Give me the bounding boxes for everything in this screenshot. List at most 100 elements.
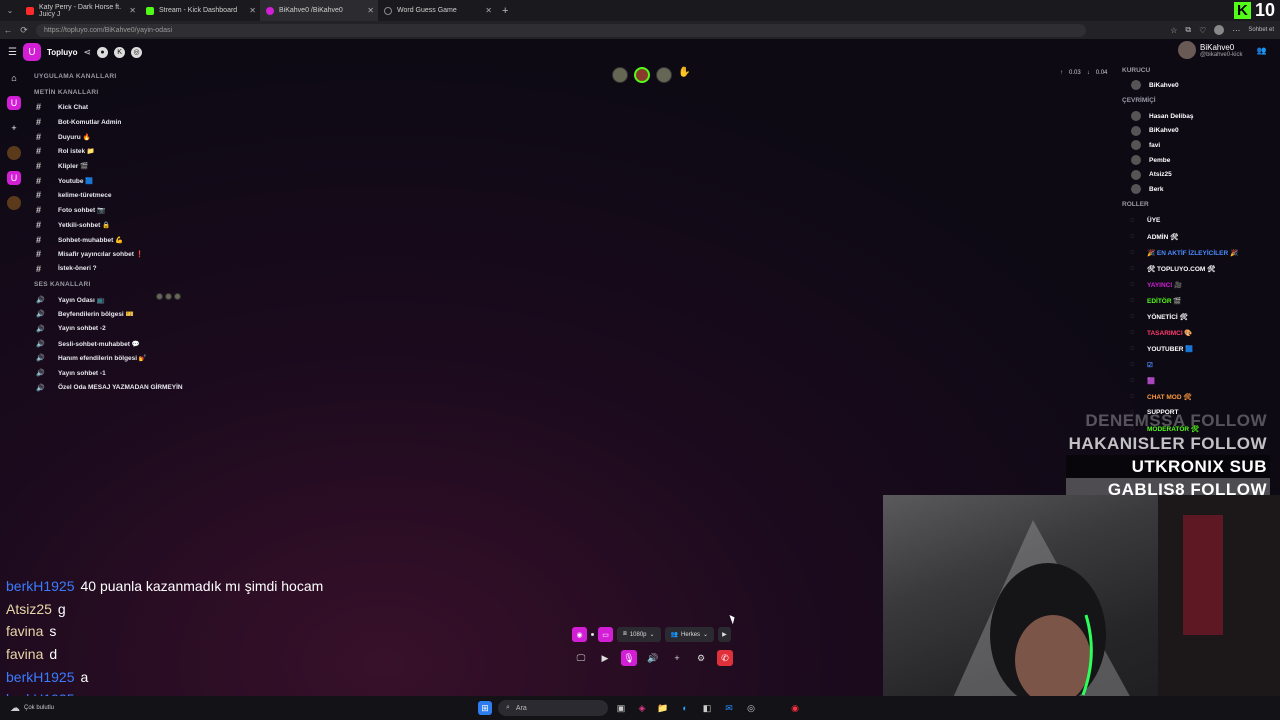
extensions-icon[interactable]: ⧉ [1185, 25, 1191, 35]
discord-icon[interactable]: ● [97, 46, 109, 58]
member-item[interactable]: Atsiz25 [1122, 167, 1280, 182]
new-tab-button[interactable]: + [496, 5, 508, 17]
text-channel-item[interactable]: # kelime-türetmece [34, 188, 334, 203]
role-item[interactable]: ◌ ☑ [1122, 357, 1280, 373]
role-item[interactable]: ◌ YÖNETİCİ 🛠 [1122, 309, 1280, 325]
copilot-icon[interactable]: ◈ [635, 701, 649, 715]
voice-channel-item[interactable]: 🔊 Yayın Odası 📺 [34, 292, 334, 307]
url-field[interactable]: https://topluyo.com/BiKahve0/yayin-odasi [36, 23, 1086, 37]
text-channel-item[interactable]: # Foto sohbet 📷 [34, 203, 334, 218]
member-item[interactable]: BiKahve0 [1122, 123, 1280, 138]
text-channel-item[interactable]: # Duyuru 🔥 [34, 129, 334, 144]
monitor-icon[interactable]: 🖵 [573, 650, 589, 666]
back-icon[interactable]: ← [0, 25, 16, 35]
screen-share-toggle-icon[interactable]: ▭ [598, 627, 613, 642]
add-server-icon[interactable]: + [7, 121, 21, 135]
tab-kick-dashboard[interactable]: Stream - Kick Dashboard ✕ [140, 0, 260, 21]
text-channel-item[interactable]: # Misafir yayıncılar sohbet ❗ [34, 247, 334, 262]
downvote-icon[interactable]: ↓ [1087, 70, 1090, 76]
member-item[interactable]: Berk [1122, 182, 1280, 197]
role-item[interactable]: ◌ EDİTÖR 🎬 [1122, 293, 1280, 309]
text-channel-item[interactable]: # Kick Chat [34, 100, 334, 115]
hamburger-menu-icon[interactable]: ☰ [8, 47, 17, 58]
server-topluyo[interactable]: U [7, 96, 21, 110]
topluyo-logo[interactable]: U [22, 43, 41, 61]
role-item[interactable]: ◌ 🟪 [1122, 373, 1280, 389]
text-channel-item[interactable]: # Klipler 🎬 [34, 159, 334, 174]
text-channel-item[interactable]: # Yetkili-sohbet 🔒 [34, 218, 334, 233]
voice-channel-item[interactable]: 🔊 Beyfendilerin bölgesi 🎫 [34, 307, 334, 322]
tab-youtube[interactable]: Katy Perry - Dark Horse ft. Juicy J ✕ [20, 0, 140, 21]
reload-icon[interactable]: ⟳ [16, 25, 32, 36]
mail-icon[interactable]: ✉ [722, 701, 736, 715]
edge-browser-icon[interactable]: ◐ [678, 701, 692, 715]
weather-widget[interactable]: ☁ Çok bulutlu [10, 696, 54, 720]
text-channel-item[interactable]: # Youtube 🟦 [34, 173, 334, 188]
voice-channel-item[interactable]: 🔊 Sesli-sohbet-muhabbet 💬 [34, 336, 334, 351]
member-item[interactable]: Hasan Delibaş [1122, 109, 1280, 124]
store-icon[interactable]: ◧ [700, 701, 714, 715]
star-icon[interactable]: ☆ [1170, 26, 1177, 35]
role-item[interactable]: ◌ ÜYE [1122, 213, 1280, 229]
close-tab-icon[interactable]: ✕ [367, 6, 374, 15]
profile-avatar[interactable] [1214, 25, 1225, 35]
voice-channel-item[interactable]: 🔊 Yayın sohbet -1 [34, 366, 334, 381]
avatar[interactable] [612, 67, 628, 83]
members-icon[interactable]: 👥 [1256, 46, 1266, 55]
member-item[interactable]: Pembe [1122, 153, 1280, 168]
server-avatar[interactable] [7, 196, 21, 210]
text-channel-item[interactable]: # Bot-Komutlar Admin [34, 115, 334, 130]
disconnect-icon[interactable]: ✆ [717, 650, 733, 666]
kick-link-icon[interactable]: K [114, 46, 126, 58]
member-item[interactable]: BiKahve0 [1122, 78, 1280, 93]
role-item[interactable]: ◌ YOUTUBER 🟦 [1122, 341, 1280, 357]
home-icon[interactable]: ⌂ [7, 71, 21, 85]
tab-word-guess[interactable]: Word Guess Game ✕ [378, 0, 496, 21]
steam-icon[interactable]: ◎ [744, 701, 758, 715]
tab-topluyo[interactable]: BiKahve0 /BiKahve0 ✕ [260, 0, 378, 21]
voice-channel-item[interactable]: 🔊 Yayın sohbet -2 [34, 322, 334, 337]
avatar[interactable] [656, 67, 672, 83]
menu-dots-icon[interactable]: ⋯ [1232, 26, 1240, 35]
share-icon[interactable]: ⋖ [83, 47, 91, 58]
upvote-icon[interactable]: ↑ [1060, 70, 1063, 76]
server-topluyo-2[interactable]: U [7, 171, 21, 185]
hand-icon[interactable]: ✋ [678, 67, 690, 83]
add-icon[interactable]: + [669, 650, 685, 666]
close-tab-icon[interactable]: ✕ [249, 6, 256, 15]
voice-channel-item[interactable]: 🔊 Hanım efendilerin bölgesi 💅 [34, 351, 334, 366]
role-item[interactable]: ◌ 🛠 TOPLUYO.COM 🛠 [1122, 261, 1280, 277]
member-item[interactable]: favi [1122, 138, 1280, 153]
camera-toggle-icon[interactable]: ◉ [572, 627, 587, 642]
microphone-icon[interactable]: 🎙 [621, 650, 637, 666]
role-item[interactable]: ◌ YAYINCI 🎥 [1122, 277, 1280, 293]
tab-list-chevron-icon[interactable]: ⌄ [0, 6, 20, 15]
text-channel-item[interactable]: # Rol istek 📁 [34, 144, 334, 159]
play-button[interactable]: ▶ [718, 627, 731, 642]
text-channel-item[interactable]: # İstek-öneri ? [34, 262, 334, 277]
chat-button[interactable]: Sohbet et [1248, 27, 1274, 33]
role-item[interactable]: ◌ TASARIMCI 🎨 [1122, 325, 1280, 341]
speaker-icon[interactable]: 🔊 [645, 650, 661, 666]
windows-start-icon[interactable]: ⊞ [478, 701, 492, 715]
role-item[interactable]: ◌ CHAT MOD 🛠 [1122, 389, 1280, 405]
server-avatar[interactable] [7, 146, 21, 160]
settings-gear-icon[interactable]: ⚙ [693, 650, 709, 666]
file-explorer-icon[interactable]: 📁 [656, 701, 670, 715]
obs-icon[interactable]: ◉ [788, 701, 802, 715]
close-tab-icon[interactable]: ✕ [485, 6, 492, 15]
favorites-icon[interactable]: ♡ [1199, 26, 1206, 35]
video-camera-icon[interactable]: ▶ [597, 650, 613, 666]
user-profile[interactable]: BiKahve0 @bikahve0-kick 👥 [1178, 41, 1266, 59]
role-item[interactable]: ◌ ADMİN 🛠 [1122, 229, 1280, 245]
taskbar-search[interactable]: ⌕ Ara [498, 700, 608, 716]
avatar-speaking[interactable] [634, 67, 650, 83]
task-view-icon[interactable]: ▣ [614, 701, 628, 715]
voice-channel-item[interactable]: 🔊 Özel Oda MESAJ YAZMADAN GİRMEYİN [34, 380, 334, 395]
quality-select[interactable]: ⧈ 1080p ⌄ [617, 627, 661, 642]
audience-select[interactable]: 👥 Herkes ⌄ [664, 627, 715, 642]
close-tab-icon[interactable]: ✕ [129, 6, 136, 15]
text-channel-item[interactable]: # Sohbet-muhabbet 💪 [34, 232, 334, 247]
role-item[interactable]: ◌ 🎉 EN AKTİF İZLEYİCİLER 🎉 [1122, 245, 1280, 261]
instagram-icon[interactable]: ◎ [131, 46, 143, 58]
